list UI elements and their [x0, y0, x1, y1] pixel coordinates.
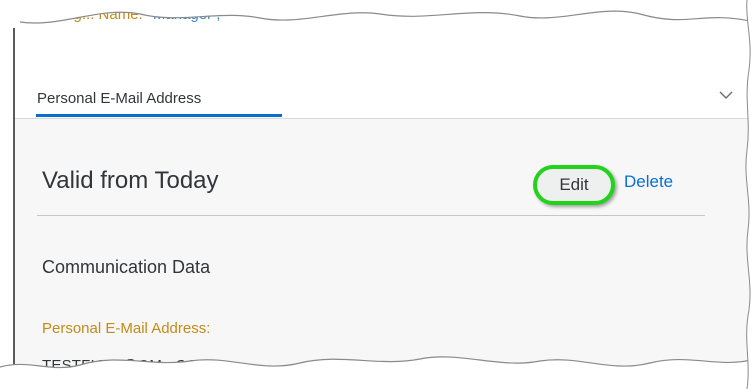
tab-personal-email[interactable]: Personal E-Mail Address [37, 90, 201, 107]
email-label: Personal E-Mail Address: [42, 320, 211, 337]
torn-edge-top [0, 0, 755, 28]
torn-edge-bottom [0, 356, 755, 389]
tab-bar: Personal E-Mail Address [15, 70, 755, 119]
section-divider [37, 215, 705, 216]
chevron-down-icon[interactable] [718, 88, 734, 102]
communication-heading: Communication Data [42, 257, 211, 277]
delete-button[interactable]: Delete [624, 172, 673, 192]
screenshot-frame: Manag... Name: Manager , Personal E-Mail… [0, 0, 755, 389]
torn-edge-right [745, 0, 755, 389]
edit-button[interactable]: Edit [533, 165, 615, 205]
section-title: Valid from Today [42, 167, 219, 194]
tab-selected-indicator [36, 114, 282, 117]
edit-button-label: Edit [559, 175, 589, 194]
